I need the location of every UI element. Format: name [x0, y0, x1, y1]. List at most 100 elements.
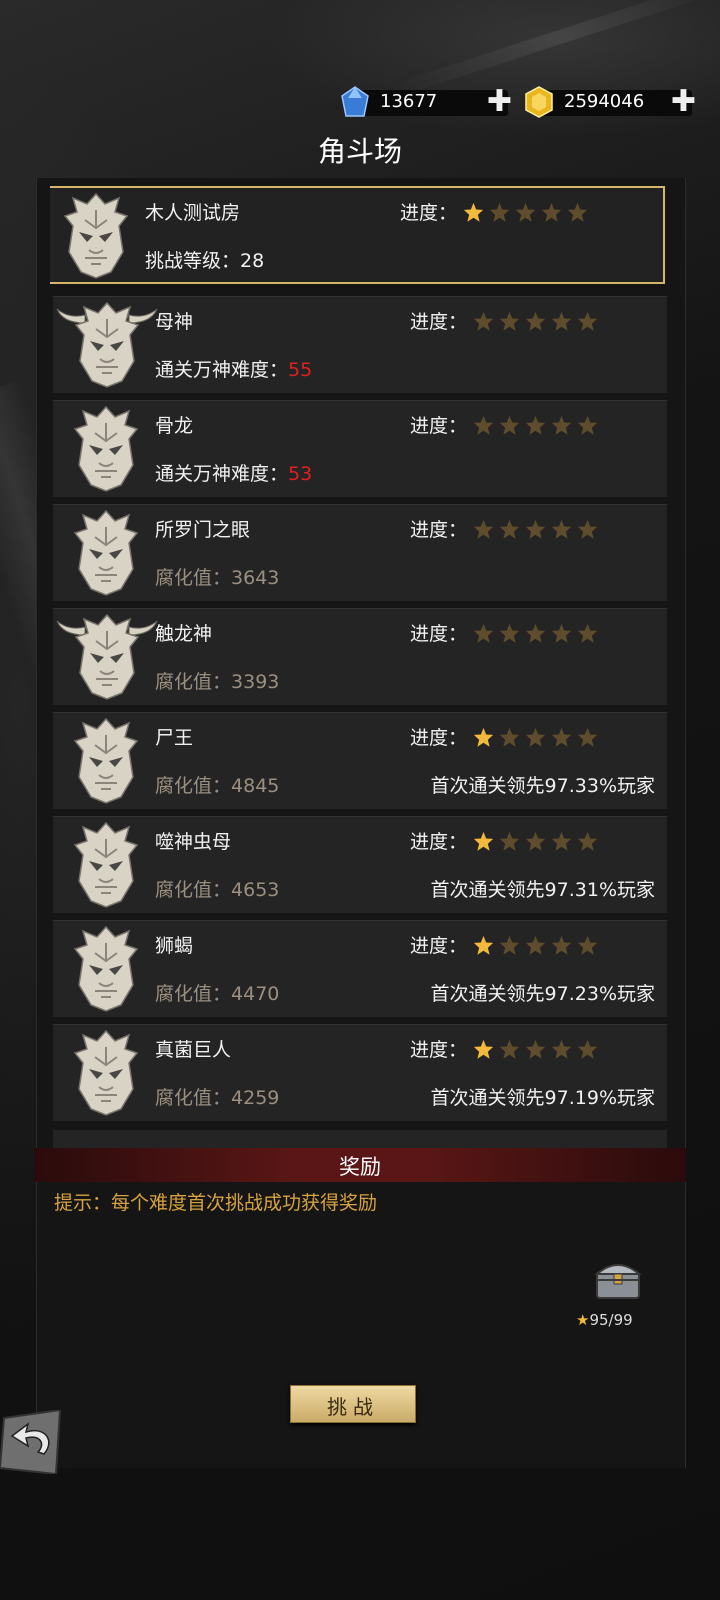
progress-label: 进度： [410, 623, 468, 645]
star-filled-icon [463, 202, 484, 222]
progress-label: 进度： [410, 1039, 468, 1061]
boss-card[interactable]: 尸王 腐化值：4845 进度： 首次通关领先97.33%玩家 [53, 712, 667, 809]
star-empty-icon [473, 415, 494, 435]
page-title: 角斗场 [317, 135, 402, 168]
progress-label: 进度： [410, 415, 468, 437]
reward-header: 奖励 [34, 1148, 686, 1182]
boss-requirement: 腐化值：3643 [155, 567, 280, 589]
star-empty-icon [525, 831, 546, 851]
star-empty-icon [577, 415, 598, 435]
star-empty-icon [499, 935, 520, 955]
star-empty-icon [577, 623, 598, 643]
boss-mask-icon [73, 717, 139, 804]
star-empty-icon [577, 831, 598, 851]
boss-mask-icon [56, 613, 158, 700]
boss-card[interactable]: 狮蝎 腐化值：4470 进度： 首次通关领先97.23%玩家 [53, 920, 667, 1017]
diamond-counter: 13677 ✚ [341, 86, 512, 117]
challenge-button[interactable]: 挑战 [290, 1385, 416, 1423]
first-clear-rank: 首次通关领先97.23%玩家 [430, 983, 655, 1005]
reward-tip: 提示：每个难度首次挑战成功获得奖励 [54, 1192, 378, 1214]
progress-stars [473, 623, 598, 644]
progress-stars [473, 727, 598, 748]
star-empty-icon [577, 519, 598, 539]
boss-name: 所罗门之眼 [155, 519, 251, 541]
star-empty-icon [577, 935, 598, 955]
boss-card[interactable]: 木人测试房挑战等级：28 进度： [50, 186, 665, 284]
star-filled-icon [473, 1039, 494, 1059]
boss-mask-icon [63, 192, 129, 279]
star-empty-icon [525, 311, 546, 331]
diamond-value: 13677 [380, 91, 438, 112]
star-empty-icon [567, 202, 588, 222]
star-empty-icon [541, 202, 562, 222]
boss-mask-icon [73, 1029, 139, 1116]
star-empty-icon [525, 623, 546, 643]
boss-card[interactable]: 真菌巨人 腐化值：4259 进度： 首次通关领先97.19%玩家 [53, 1024, 667, 1121]
boss-mask-icon [56, 301, 158, 388]
star-empty-icon [525, 1039, 546, 1059]
boss-list[interactable]: 木人测试房挑战等级：28 进度： 母神 通关万神难度：55 进度： 骨龙通关万神难度：… [50, 186, 670, 1144]
gold-coin-icon [525, 86, 553, 118]
progress-label: 进度： [400, 202, 458, 224]
boss-mask-icon [73, 405, 139, 492]
progress-stars [473, 831, 598, 852]
boss-requirement: 腐化值：4845 [155, 775, 280, 797]
first-clear-rank: 首次通关领先97.31%玩家 [430, 879, 655, 901]
progress-stars [473, 311, 598, 332]
boss-name: 母神 [155, 311, 194, 333]
boss-name: 骨龙 [155, 415, 194, 437]
treasure-chest-icon[interactable] [594, 1258, 642, 1300]
add-gold-button[interactable]: ✚ [671, 87, 696, 117]
star-empty-icon [515, 202, 536, 222]
diamond-icon [341, 86, 369, 117]
star-empty-icon [551, 935, 572, 955]
star-empty-icon [525, 935, 546, 955]
star-empty-icon [499, 415, 520, 435]
star-empty-icon [551, 831, 572, 851]
star-filled-icon [473, 935, 494, 955]
boss-name: 尸王 [155, 727, 194, 749]
star-empty-icon [551, 727, 572, 747]
boss-requirement: 通关万神难度：53 [155, 463, 313, 485]
boss-requirement: 腐化值：4259 [155, 1087, 280, 1109]
add-diamonds-button[interactable]: ✚ [487, 87, 512, 117]
boss-requirement: 腐化值：4653 [155, 879, 280, 901]
star-empty-icon [577, 311, 598, 331]
progress-label: 进度： [410, 831, 468, 853]
star-empty-icon [499, 623, 520, 643]
boss-requirement: 挑战等级：28 [145, 250, 265, 272]
boss-card[interactable]: 所罗门之眼 腐化值：3643 进度： [53, 504, 667, 601]
progress-stars [473, 415, 598, 436]
progress-label: 进度： [410, 935, 468, 957]
progress-stars [463, 202, 588, 223]
progress-stars [473, 519, 598, 540]
star-empty-icon [499, 1039, 520, 1059]
star-filled-icon [473, 727, 494, 747]
star-empty-icon [499, 519, 520, 539]
progress-stars [473, 935, 598, 956]
boss-name: 木人测试房 [145, 202, 241, 224]
boss-card[interactable]: 触龙神腐化值：3393 进度： [53, 608, 667, 705]
star-empty-icon [499, 727, 520, 747]
progress-label: 进度： [410, 727, 468, 749]
star-empty-icon [473, 623, 494, 643]
star-filled-icon [473, 831, 494, 851]
boss-card[interactable]: 母神 通关万神难度：55 进度： [53, 296, 667, 393]
boss-name: 触龙神 [155, 623, 213, 645]
star-empty-icon [577, 727, 598, 747]
star-empty-icon [473, 519, 494, 539]
star-empty-icon [551, 1039, 572, 1059]
boss-requirement: 腐化值：4470 [155, 983, 280, 1005]
boss-mask-icon [73, 925, 139, 1012]
star-empty-icon [499, 831, 520, 851]
back-icon[interactable] [0, 1410, 64, 1474]
boss-card[interactable]: 骨龙通关万神难度：53 进度： [53, 400, 667, 497]
star-empty-icon [551, 519, 572, 539]
star-empty-icon [551, 415, 572, 435]
boss-card[interactable]: 噬神虫母 腐化值：4653 进度： 首次通关领先97.31%玩家 [53, 816, 667, 913]
gold-value: 2594046 [564, 91, 645, 112]
reward-title: 奖励 [339, 1155, 381, 1179]
first-clear-rank: 首次通关领先97.19%玩家 [430, 1087, 655, 1109]
star-empty-icon [489, 202, 510, 222]
boss-requirement: 腐化值：3393 [155, 671, 280, 693]
